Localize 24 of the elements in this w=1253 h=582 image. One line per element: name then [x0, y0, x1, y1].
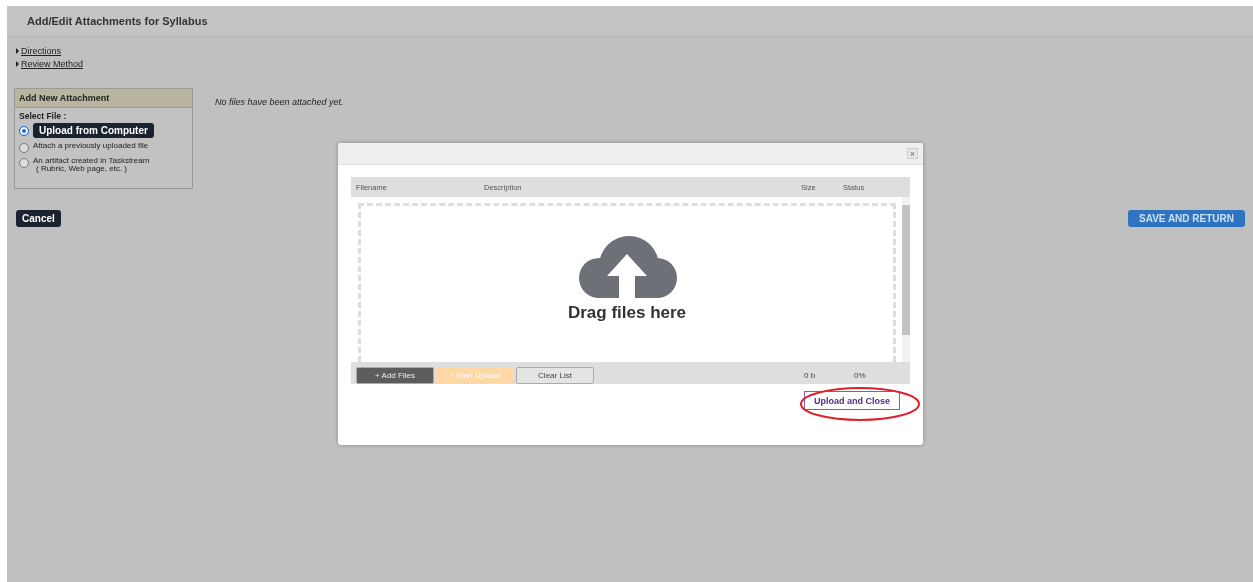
- upload-and-close-button[interactable]: Upload and Close: [804, 391, 900, 410]
- option-label: An artifact created in Taskstream: [33, 157, 150, 165]
- empty-message: No files have been attached yet.: [215, 97, 344, 107]
- expand-link[interactable]: Directions: [16, 46, 61, 56]
- select-label: Select File :: [19, 111, 68, 121]
- close-button[interactable]: ×: [907, 148, 918, 159]
- radio-button[interactable]: [19, 158, 29, 168]
- option-note: ( Rubric, Web page, etc. ): [35, 165, 128, 173]
- total-status: 0%: [854, 370, 867, 380]
- page-title: Add/Edit Attachments for Syllabus: [27, 15, 208, 27]
- total-size: 0 b: [804, 370, 817, 380]
- radio-button[interactable]: [19, 143, 29, 153]
- save-and-return-button[interactable]: SAVE AND RETURN: [1128, 210, 1245, 227]
- cancel-button[interactable]: Cancel: [16, 210, 61, 227]
- radio-button[interactable]: [19, 126, 29, 136]
- toolbar-button[interactable]: + Add Files: [356, 367, 434, 384]
- expand-link[interactable]: Review Method: [16, 59, 84, 69]
- upload-from-computer-button[interactable]: Upload from Computer: [33, 123, 154, 138]
- toolbar-button[interactable]: Clear List: [516, 367, 594, 384]
- option-label: Attach a previously uploaded file: [33, 142, 149, 150]
- scrollbar[interactable]: [902, 197, 910, 362]
- cloud-upload-icon: [577, 236, 677, 298]
- drop-text: Drag files here: [567, 303, 687, 323]
- panel-title: Add New Attachment: [15, 89, 192, 108]
